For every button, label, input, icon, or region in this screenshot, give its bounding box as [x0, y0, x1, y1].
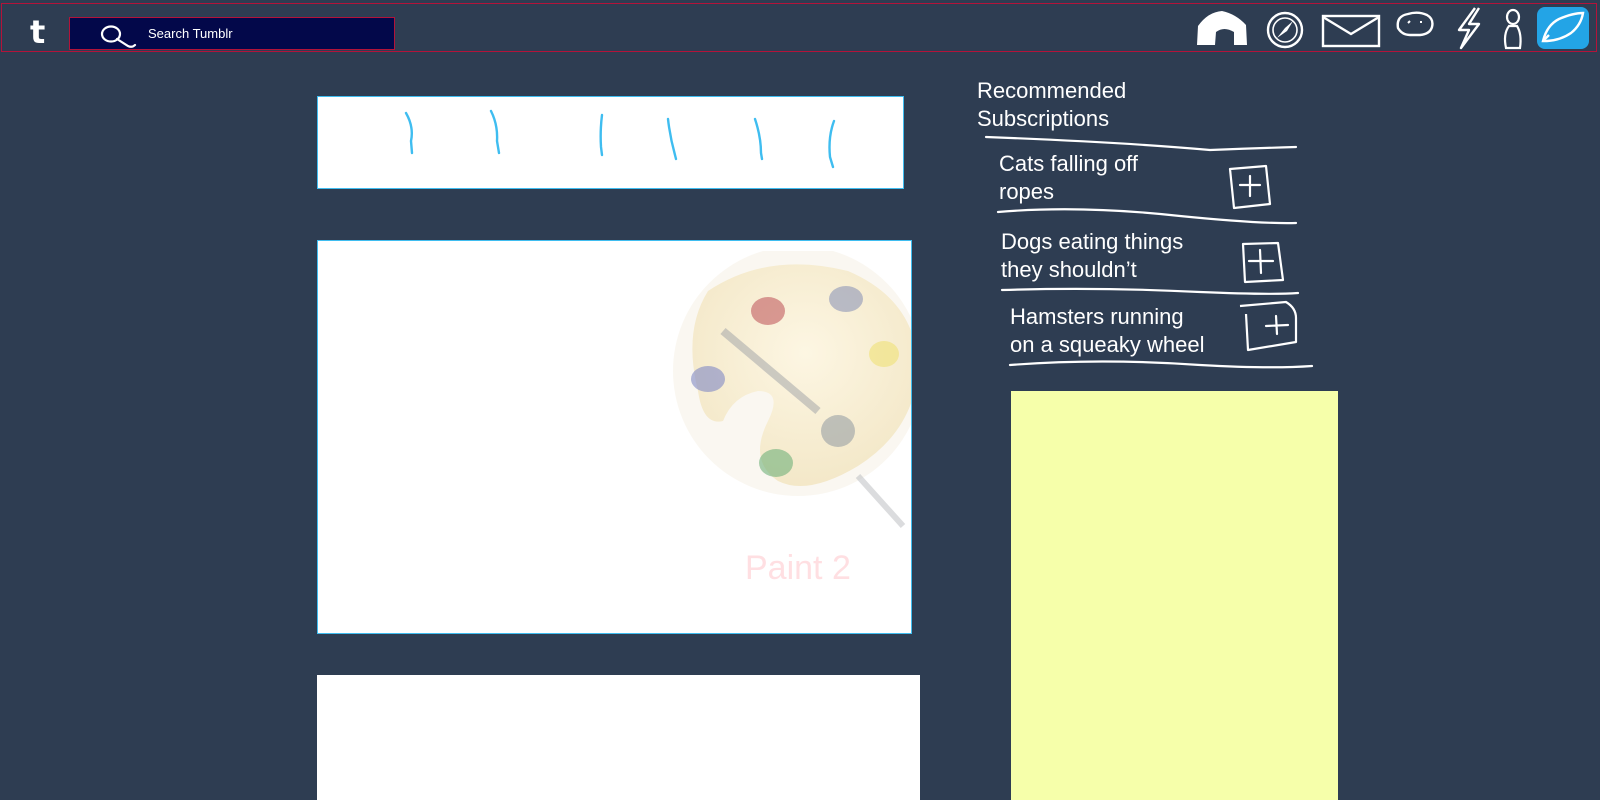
paint-palette-icon — [673, 251, 911, 529]
account-person-icon[interactable] — [1498, 8, 1526, 50]
subscribe-plus-button[interactable] — [1236, 298, 1306, 359]
next-post[interactable] — [317, 675, 920, 800]
compose-post-box[interactable] — [317, 96, 904, 189]
recommended-item-name: Hamsters running — [1010, 304, 1184, 329]
compose-pen-icon[interactable] — [1537, 7, 1589, 49]
recommended-item[interactable]: Cats falling off ropes — [999, 150, 1138, 206]
recommended-item[interactable]: Hamsters running on a squeaky wheel — [1010, 303, 1204, 359]
recommended-item-name: Cats falling off — [999, 151, 1139, 176]
recommended-item-name: ropes — [999, 179, 1055, 204]
home-icon[interactable] — [1194, 8, 1250, 48]
search-input[interactable] — [148, 18, 383, 48]
explore-compass-icon[interactable] — [1265, 10, 1305, 50]
subscribe-plus-button[interactable] — [1226, 164, 1274, 215]
activity-lightning-icon[interactable] — [1451, 6, 1485, 50]
search-icon — [100, 25, 137, 48]
post-type-icons — [404, 109, 836, 169]
image-caption: Paint 2 — [745, 549, 851, 587]
recommended-subscriptions-title: Recommended Subscriptions — [977, 78, 1127, 131]
sidebar-ad-panel[interactable] — [1011, 391, 1338, 800]
recommended-item-name: on a squeaky wheel — [1010, 332, 1205, 357]
chat-bubble-icon[interactable] — [1394, 10, 1436, 44]
subscribe-plus-button[interactable] — [1240, 240, 1286, 291]
search-box[interactable] — [69, 17, 395, 50]
image-post[interactable]: Paint 2 — [317, 240, 912, 634]
mail-icon[interactable] — [1321, 14, 1381, 48]
recommended-item[interactable]: Dogs eating things they shouldn’t — [1001, 228, 1183, 284]
top-navigation-bar: t — [1, 3, 1597, 52]
recommended-item-name: Dogs eating things — [1001, 229, 1184, 254]
recommended-item-name: they shouldn’t — [1001, 257, 1137, 282]
tumblr-logo[interactable]: t — [30, 14, 45, 50]
